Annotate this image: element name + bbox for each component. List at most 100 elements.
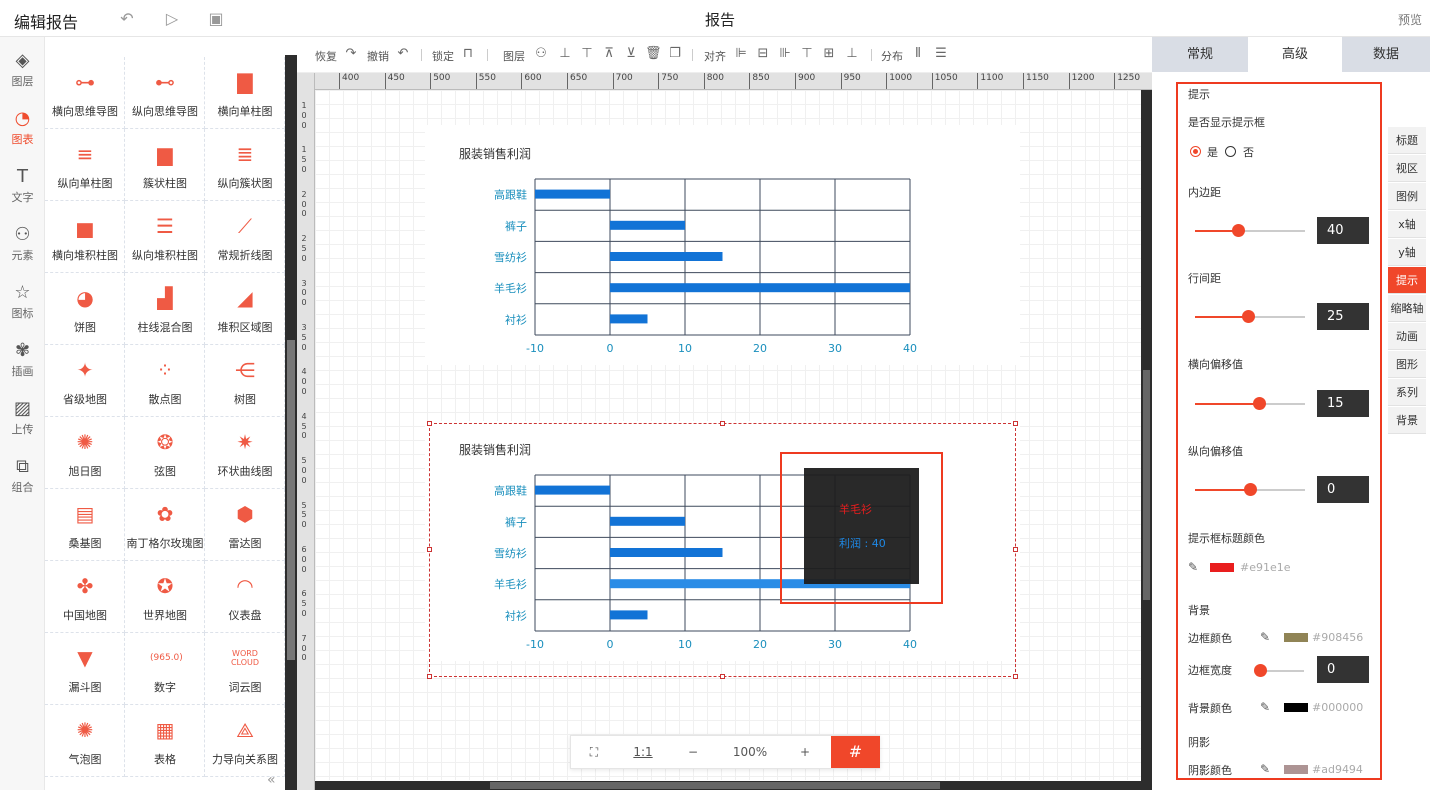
rail-item-layers[interactable]: ◈ 图层	[0, 37, 45, 95]
rail-item-group[interactable]: ⧉ 组合	[0, 443, 45, 501]
side-tab[interactable]: 动画	[1388, 323, 1426, 350]
send-backward-icon[interactable]: ⊤	[579, 46, 595, 62]
resize-handle[interactable]	[1013, 421, 1018, 426]
chart-tile[interactable]: WORD CLOUD 词云图	[205, 633, 285, 705]
tab-data[interactable]: 数据	[1342, 37, 1430, 72]
side-tab[interactable]: 图形	[1388, 351, 1426, 378]
chart-tile[interactable]: ▇ 横向单柱图	[205, 57, 285, 129]
chart-tile[interactable]: ⊷ 纵向思维导图	[125, 57, 205, 129]
chart-tile[interactable]: ✺ 气泡图	[45, 705, 125, 777]
chart-tile[interactable]: ◠ 仪表盘	[205, 561, 285, 633]
rail-item-palette[interactable]: ✾ 插画	[0, 327, 45, 385]
chart-tile[interactable]: ⋲ 树图	[205, 345, 285, 417]
color-hex[interactable]: #e91e1e	[1240, 561, 1291, 574]
chart-tile[interactable]: ▅ 横向堆积柱图	[45, 201, 125, 273]
align-bottom-icon[interactable]: ⊥	[844, 46, 860, 62]
line-height-input[interactable]: 25	[1317, 303, 1369, 330]
chart-tile[interactable]: ≣ 纵向簇状图	[205, 129, 285, 201]
chart-tile[interactable]: (965.0) 数字	[125, 633, 205, 705]
undo-icon[interactable]: ↶	[395, 46, 411, 62]
color-swatch[interactable]	[1284, 703, 1308, 712]
grid-toggle-button[interactable]: #	[831, 736, 880, 768]
eyedropper-icon[interactable]: ✎	[1260, 762, 1274, 776]
side-tab[interactable]: 系列	[1388, 379, 1426, 406]
rail-item-chart[interactable]: ◔ 图表	[0, 95, 45, 153]
eyedropper-icon[interactable]: ✎	[1188, 560, 1202, 574]
line-height-slider[interactable]	[1195, 310, 1305, 324]
side-tab[interactable]: x轴	[1388, 211, 1426, 238]
save-icon[interactable]: ▣	[207, 10, 225, 28]
padding-input[interactable]: 40	[1317, 217, 1369, 244]
offset-x-slider[interactable]	[1195, 397, 1305, 411]
padding-slider[interactable]	[1195, 224, 1305, 238]
border-width-input[interactable]: 0	[1317, 656, 1369, 683]
chart-tile[interactable]: ⊶ 横向思维导图	[45, 57, 125, 129]
canvas-hscroll-thumb[interactable]	[490, 782, 940, 789]
color-hex[interactable]: #ad9494	[1312, 763, 1363, 776]
chart-tile[interactable]: ◢ 堆积区域图	[205, 273, 285, 345]
rail-item-shapes[interactable]: ⚇ 元素	[0, 211, 45, 269]
align-right-icon[interactable]: ⊪	[777, 46, 793, 62]
rail-item-text[interactable]: T 文字	[0, 153, 45, 211]
side-tab[interactable]: y轴	[1388, 239, 1426, 266]
tab-general[interactable]: 常规	[1152, 37, 1248, 72]
chart-tile[interactable]: ▤ 桑基图	[45, 489, 125, 561]
align-left-icon[interactable]: ⊫	[733, 46, 749, 62]
chart-tile[interactable]: ✦ 省级地图	[45, 345, 125, 417]
actual-size-button[interactable]: 1:1	[623, 736, 663, 768]
redo-label[interactable]: 恢复	[315, 48, 337, 64]
color-swatch[interactable]	[1284, 633, 1308, 642]
slider-knob[interactable]	[1231, 224, 1245, 237]
layer-tree-icon[interactable]: ⚇	[533, 46, 549, 62]
delete-icon[interactable]: 🗑	[645, 46, 662, 62]
copy-icon[interactable]: ❐	[667, 46, 683, 62]
radio-no[interactable]	[1225, 146, 1236, 157]
color-hex[interactable]: #908456	[1312, 631, 1363, 644]
side-tab[interactable]: 背景	[1388, 407, 1426, 434]
tab-advanced[interactable]: 高级	[1248, 37, 1342, 72]
lock-label[interactable]: 锁定	[432, 48, 454, 64]
resize-handle[interactable]	[1013, 674, 1018, 679]
canvas-vscroll-thumb[interactable]	[1143, 370, 1150, 600]
lock-icon[interactable]: ⊓	[460, 46, 476, 62]
distribute-h-icon[interactable]: ⫴	[910, 46, 926, 62]
chart-tile[interactable]: ✪ 世界地图	[125, 561, 205, 633]
chart-tile[interactable]: ❂ 弦图	[125, 417, 205, 489]
align-top-icon[interactable]: ⊤	[799, 46, 815, 62]
border-width-slider[interactable]	[1254, 664, 1304, 678]
chart-tile[interactable]: ⟁ 力导向关系图	[205, 705, 285, 777]
chart-tile[interactable]: ✤ 中国地图	[45, 561, 125, 633]
radio-yes[interactable]	[1190, 146, 1201, 157]
side-tab[interactable]: 提示	[1388, 267, 1426, 294]
color-swatch[interactable]	[1284, 765, 1308, 774]
slider-knob[interactable]	[1254, 664, 1267, 677]
color-hex[interactable]: #000000	[1312, 701, 1363, 714]
bring-top-icon[interactable]: ⊼	[601, 46, 617, 62]
resize-handle[interactable]	[720, 674, 725, 679]
chart-card-1[interactable]: 服装销售利润 -10 0 10 20 30 40 高跟鞋 裤子 雪纺衫 羊毛衫 衬衫	[425, 125, 1020, 365]
preview-button[interactable]: 预览	[1398, 11, 1422, 28]
side-tab[interactable]: 图例	[1388, 183, 1426, 210]
offset-x-input[interactable]: 15	[1317, 390, 1369, 417]
chart-tile[interactable]: ✺ 旭日图	[45, 417, 125, 489]
chart-tile[interactable]: ≡ 纵向单柱图	[45, 129, 125, 201]
chart-tile[interactable]: ▦ 表格	[125, 705, 205, 777]
chart-tile[interactable]: ⟋ 常规折线图	[205, 201, 285, 273]
align-center-h-icon[interactable]: ⊟	[755, 46, 771, 62]
resize-handle[interactable]	[720, 421, 725, 426]
rail-item-upload-image[interactable]: ▨ 上传	[0, 385, 45, 443]
chart-tile[interactable]: ◕ 饼图	[45, 273, 125, 345]
color-swatch[interactable]	[1210, 563, 1234, 572]
redo-icon[interactable]: ↷	[343, 46, 359, 62]
undo-icon[interactable]: ↶	[118, 10, 136, 28]
chart-tile[interactable]: ☰ 纵向堆积柱图	[125, 201, 205, 273]
palette-scroll-thumb[interactable]	[287, 340, 295, 660]
distribute-v-icon[interactable]: ☰	[933, 46, 949, 62]
slider-knob[interactable]	[1244, 483, 1257, 496]
resize-handle[interactable]	[427, 421, 432, 426]
resize-handle[interactable]	[427, 547, 432, 552]
zoom-out-button[interactable]: −	[671, 736, 715, 768]
canvas-horizontal-scrollbar[interactable]	[315, 781, 1141, 790]
chart-tile[interactable]: ▼ 漏斗图	[45, 633, 125, 705]
canvas-vertical-scrollbar[interactable]	[1141, 90, 1152, 790]
